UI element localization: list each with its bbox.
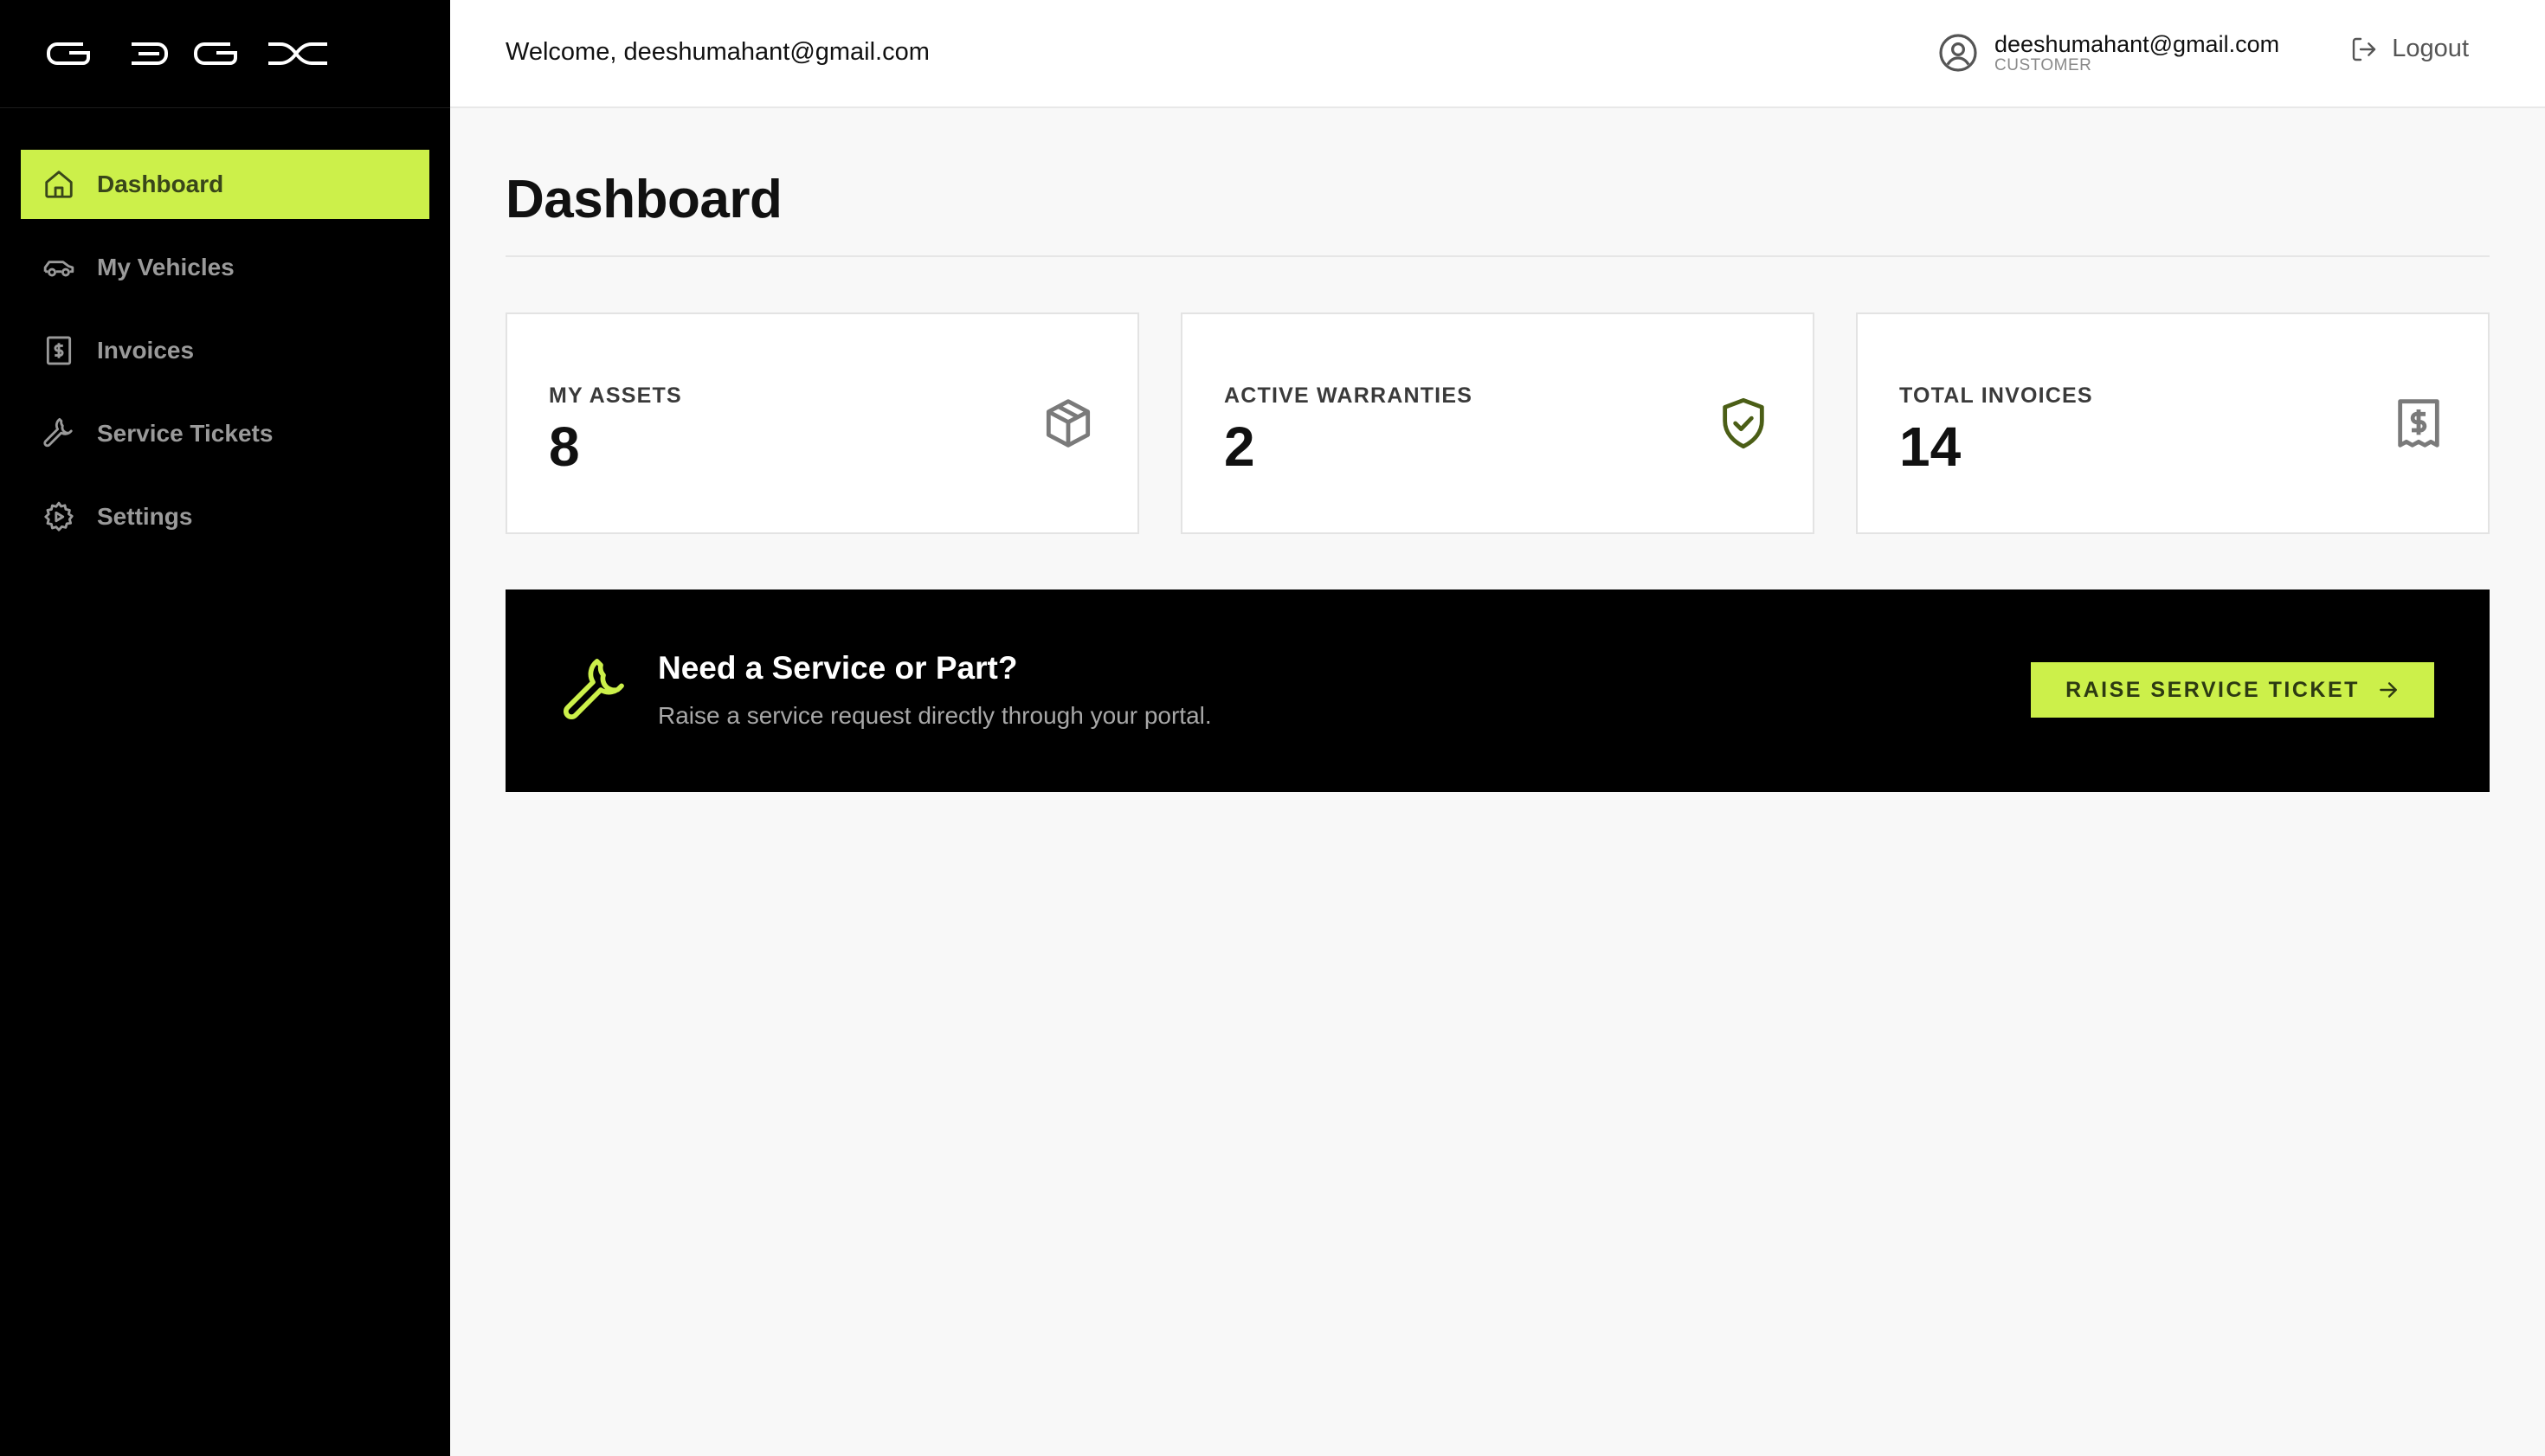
cta-subtitle: Raise a service request directly through… xyxy=(658,702,1212,729)
sidebar-item-my-vehicles[interactable]: My Vehicles xyxy=(21,233,429,302)
sidebar-item-label: My Vehicles xyxy=(97,254,235,280)
stat-card-active-warranties[interactable]: ACTIVE WARRANTIES 2 xyxy=(1181,312,1814,534)
cta-title: Need a Service or Part? xyxy=(658,650,1018,686)
user-profile[interactable]: deeshumahant@gmail.com CUSTOMER xyxy=(1937,31,2279,74)
user-avatar-icon xyxy=(1939,34,1977,72)
sidebar: Dashboard My Vehicles Invoices Service T… xyxy=(0,0,450,1456)
user-email: deeshumahant@gmail.com xyxy=(1994,31,2280,57)
sidebar-nav: Dashboard My Vehicles Invoices Service T… xyxy=(0,108,450,551)
stat-card-value: 8 xyxy=(549,416,580,478)
brand-logo[interactable] xyxy=(45,41,331,67)
stat-card-total-invoices[interactable]: TOTAL INVOICES 14 xyxy=(1856,312,2490,534)
dollar-document-icon xyxy=(42,333,76,368)
stats-cards: MY ASSETS 8 ACTIVE WARRANTIES 2 TOTAL IN… xyxy=(506,312,2490,534)
sidebar-item-label: Service Tickets xyxy=(97,420,274,447)
sidebar-item-label: Dashboard xyxy=(97,171,224,197)
stat-card-label: TOTAL INVOICES xyxy=(1899,383,2093,408)
stat-card-label: MY ASSETS xyxy=(549,383,682,408)
welcome-text: Welcome, deeshumahant@gmail.com xyxy=(506,38,930,66)
user-role: CUSTOMER xyxy=(1994,56,2092,74)
service-cta-banner: Need a Service or Part? Raise a service … xyxy=(506,589,2490,792)
main-content: Dashboard MY ASSETS 8 ACTIVE WARRANTIES … xyxy=(506,108,2490,792)
stat-card-value: 14 xyxy=(1899,416,1962,478)
wrench-icon xyxy=(564,659,624,719)
logout-button[interactable]: Logout xyxy=(2350,35,2469,63)
logout-icon xyxy=(2353,37,2376,61)
receipt-icon xyxy=(2398,399,2439,448)
home-icon xyxy=(42,167,76,202)
logo-bar xyxy=(0,0,450,108)
shield-check-icon xyxy=(1723,397,1764,449)
sidebar-item-label: Settings xyxy=(97,503,193,530)
wrench-icon xyxy=(42,416,76,451)
box-icon xyxy=(1046,399,1091,448)
sidebar-item-dashboard[interactable]: Dashboard xyxy=(21,150,429,219)
sidebar-item-label: Invoices xyxy=(97,337,195,364)
user-info: deeshumahant@gmail.com CUSTOMER xyxy=(1994,31,2279,74)
arrow-right-icon xyxy=(2380,682,2397,698)
sidebar-item-invoices[interactable]: Invoices xyxy=(21,316,429,385)
raise-service-ticket-button[interactable]: RAISE SERVICE TICKET xyxy=(2031,662,2434,718)
cta-button-label: RAISE SERVICE TICKET xyxy=(2065,677,2360,702)
sidebar-item-service-tickets[interactable]: Service Tickets xyxy=(21,399,429,468)
top-bar: Welcome, deeshumahant@gmail.com deeshuma… xyxy=(450,0,2545,108)
car-icon xyxy=(42,250,76,285)
title-divider xyxy=(506,255,2490,257)
sidebar-item-settings[interactable]: Settings xyxy=(21,482,429,551)
stat-card-label: ACTIVE WARRANTIES xyxy=(1224,383,1473,408)
stat-card-value: 2 xyxy=(1224,416,1255,478)
logout-label: Logout xyxy=(2392,35,2469,62)
page-title: Dashboard xyxy=(506,170,783,229)
stat-card-my-assets[interactable]: MY ASSETS 8 xyxy=(506,312,1139,534)
gear-icon xyxy=(42,499,76,534)
